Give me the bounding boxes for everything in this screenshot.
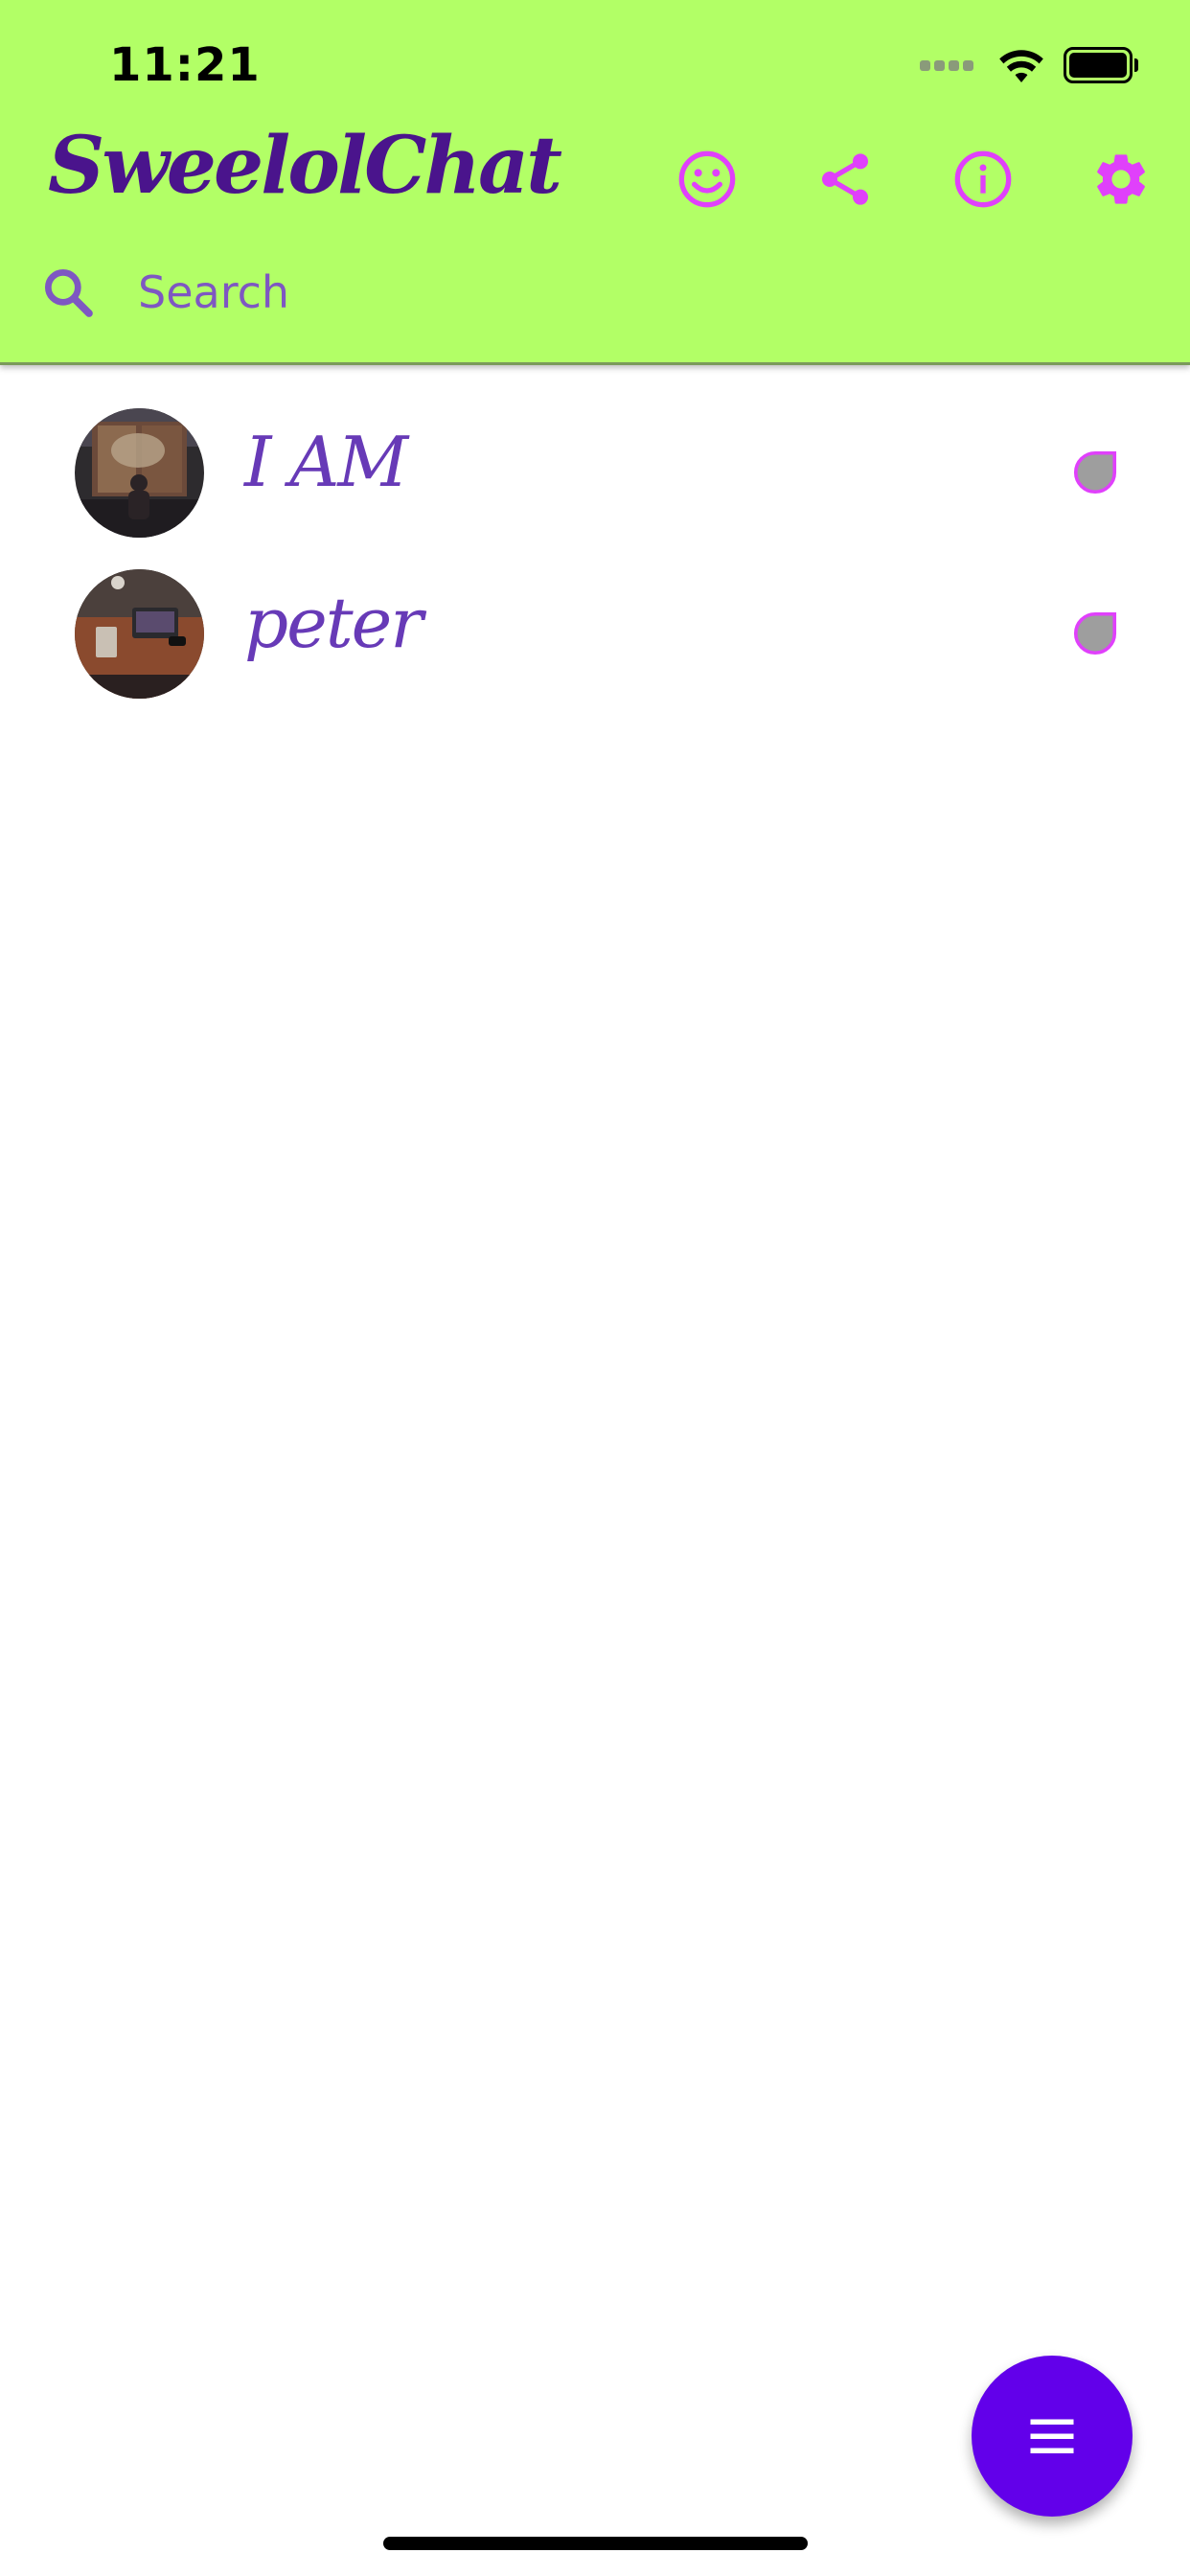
chat-list-item[interactable]: peter bbox=[0, 554, 1190, 715]
share-icon[interactable] bbox=[812, 146, 879, 213]
cellular-signal-icon bbox=[920, 59, 977, 71]
battery-icon bbox=[1064, 47, 1138, 83]
avatar bbox=[75, 408, 204, 538]
app-bar: 11:21 SweelolChat bbox=[0, 0, 1190, 365]
status-time: 11:21 bbox=[109, 38, 261, 92]
avatar bbox=[75, 569, 204, 699]
menu-icon bbox=[1030, 2419, 1074, 2453]
home-indicator[interactable] bbox=[383, 2537, 808, 2550]
gear-icon[interactable] bbox=[1087, 146, 1155, 213]
smiley-icon[interactable] bbox=[674, 146, 741, 213]
chat-name: I AM bbox=[244, 422, 408, 502]
app-title: SweelolChat bbox=[48, 120, 562, 212]
chat-name: peter bbox=[244, 583, 423, 663]
status-indicators bbox=[920, 44, 1138, 86]
search-input[interactable] bbox=[136, 265, 1098, 319]
status-drop-icon bbox=[1069, 447, 1117, 494]
menu-fab-button[interactable] bbox=[972, 2356, 1133, 2517]
info-icon[interactable] bbox=[950, 146, 1017, 213]
chat-list: I AM peter bbox=[0, 393, 1190, 715]
chat-list-screen: 11:21 SweelolChat Search I AM peter bbox=[0, 0, 1190, 2576]
wifi-icon bbox=[999, 50, 1043, 82]
status-drop-icon bbox=[1069, 608, 1117, 656]
search-icon bbox=[44, 268, 93, 317]
search-bar bbox=[38, 259, 1150, 326]
chat-list-item[interactable]: I AM bbox=[0, 393, 1190, 554]
